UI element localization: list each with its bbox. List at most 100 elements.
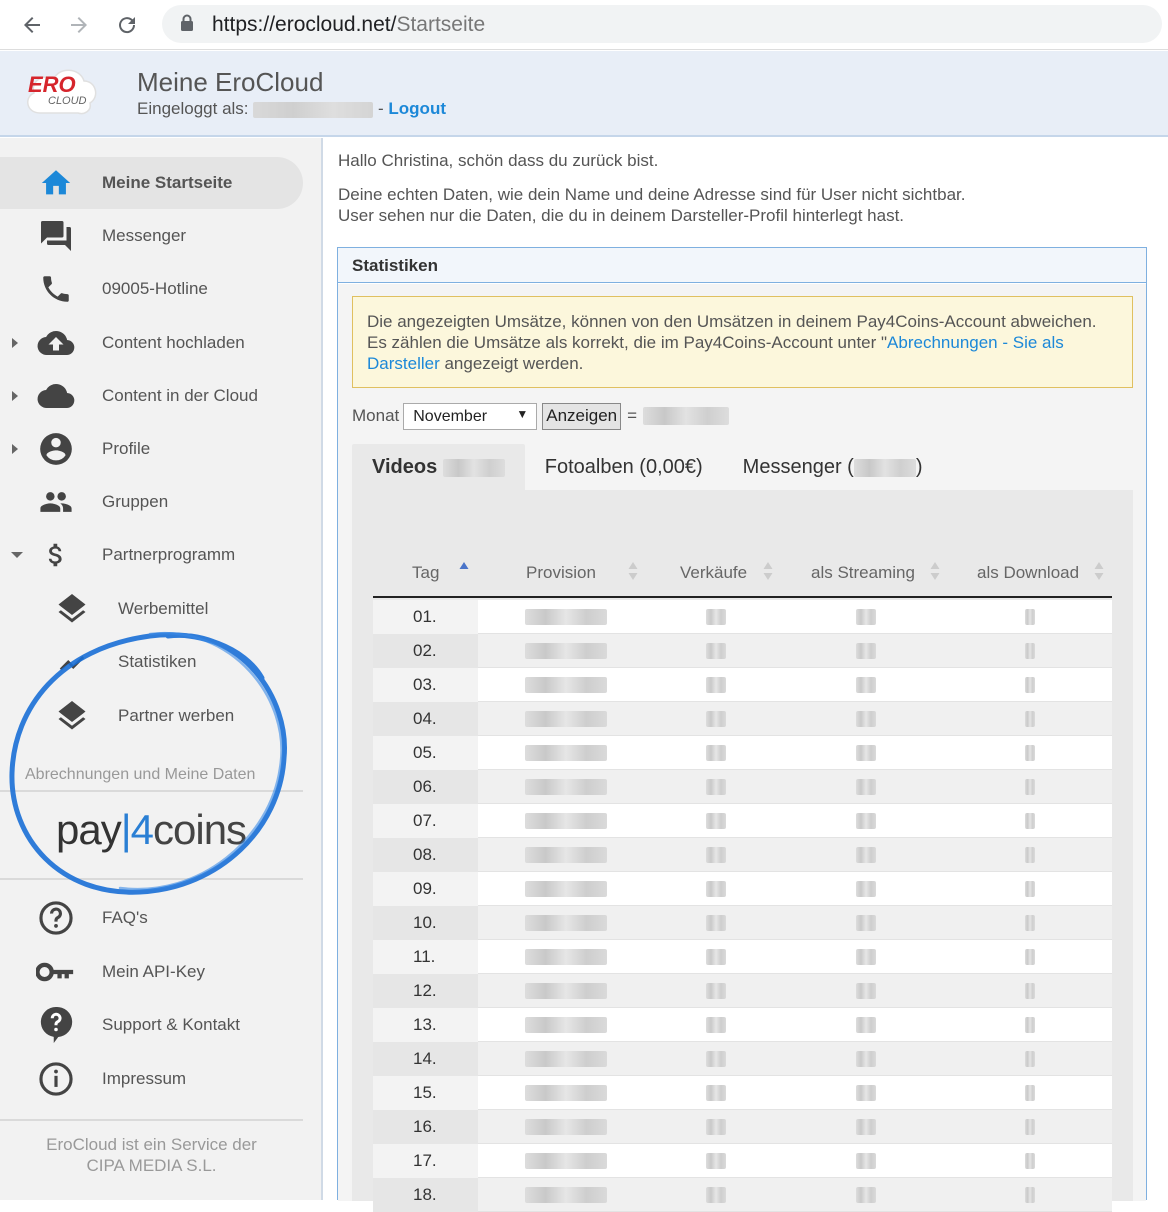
forward-icon[interactable]: [64, 10, 94, 40]
dropdown-caret-icon: ▼: [516, 406, 529, 421]
cloud-icon: [36, 376, 76, 416]
layers-icon: [52, 696, 92, 736]
panel-title: Statistiken: [338, 248, 1146, 283]
sidebar-item-support[interactable]: Support & Kontakt: [0, 999, 303, 1051]
sidebar-item-impressum[interactable]: Impressum: [0, 1053, 303, 1105]
cell-verkaeufe: [706, 643, 726, 659]
logout-link[interactable]: Logout: [388, 99, 446, 118]
footer-note: EroCloud ist ein Service der CIPA MEDIA …: [46, 1135, 257, 1175]
cell-download: [1025, 643, 1035, 659]
anzeigen-button[interactable]: Anzeigen: [542, 402, 622, 430]
sort-both-icon[interactable]: [1094, 560, 1104, 582]
expand-arrow-icon[interactable]: [10, 336, 20, 350]
sort-both-icon[interactable]: [930, 560, 940, 582]
sidebar-item-faq[interactable]: FAQ's: [0, 892, 303, 944]
table-row: 04.: [373, 702, 1112, 736]
svg-text:CLOUD: CLOUD: [48, 95, 87, 107]
cell-streaming: [856, 779, 876, 795]
cell-streaming: [856, 949, 876, 965]
cell-verkaeufe: [706, 881, 726, 897]
cell-download: [1025, 915, 1035, 931]
cell-verkaeufe: [706, 949, 726, 965]
cell-streaming: [856, 711, 876, 727]
sidebar: Meine Startseite Messenger 09005-Hotline…: [0, 138, 323, 1200]
login-status: Eingeloggt als: - Logout: [137, 99, 446, 118]
sidebar-item-partnerprogramm[interactable]: Partnerprogramm: [0, 529, 303, 581]
col-provision[interactable]: Provision: [526, 563, 596, 583]
sidebar-item-gruppen[interactable]: Gruppen: [0, 476, 303, 528]
sort-both-icon[interactable]: [763, 560, 773, 582]
day-label: 06.: [413, 777, 437, 796]
chat-icon: [36, 216, 76, 256]
sidebar-item-werbemittel[interactable]: Werbemittel: [0, 583, 303, 635]
address-bar[interactable]: https://erocloud.net/Startseite: [162, 5, 1162, 43]
cell-tag: 13.: [373, 1008, 478, 1042]
erocloud-logo[interactable]: ERO CLOUD: [22, 61, 100, 123]
cell-tag: 15.: [373, 1076, 478, 1110]
cell-verkaeufe: [706, 915, 726, 931]
col-download[interactable]: als Download: [977, 563, 1079, 583]
url-text: https://erocloud.net/Startseite: [212, 13, 486, 36]
cell-tag: 03.: [373, 668, 478, 702]
divider: [0, 878, 303, 880]
cell-verkaeufe: [706, 745, 726, 761]
sidebar-item-startseite[interactable]: Meine Startseite: [0, 157, 303, 209]
cell-download: [1025, 1187, 1035, 1203]
table-row: 15.: [373, 1076, 1112, 1110]
tab-fotoalben[interactable]: Fotoalben (0,00€): [525, 444, 723, 492]
cell-streaming: [856, 1051, 876, 1067]
cell-provision: [525, 1187, 607, 1203]
cell-tag: 16.: [373, 1110, 478, 1144]
back-icon[interactable]: [17, 10, 47, 40]
pay4coins-logo[interactable]: pay|4coins: [56, 806, 247, 854]
day-label: 10.: [413, 913, 437, 932]
day-label: 02.: [413, 641, 437, 660]
section-label[interactable]: Abrechnungen und Meine Daten: [25, 766, 255, 784]
sidebar-item-profile[interactable]: Profile: [0, 423, 303, 475]
cell-streaming: [856, 881, 876, 897]
reload-icon[interactable]: [112, 10, 142, 40]
cell-streaming: [856, 677, 876, 693]
cell-download: [1025, 847, 1035, 863]
expand-arrow-icon[interactable]: [10, 389, 20, 403]
sidebar-item-content-hochladen[interactable]: Content hochladen: [0, 317, 303, 369]
account-circle-icon: [36, 429, 76, 469]
expand-arrow-icon[interactable]: [10, 442, 20, 456]
cell-provision: [525, 609, 607, 625]
cell-provision: [525, 643, 607, 659]
cell-tag: 06.: [373, 770, 478, 804]
cell-provision: [525, 813, 607, 829]
tab-messenger[interactable]: Messenger (): [723, 444, 943, 492]
cell-provision: [525, 1119, 607, 1135]
panel-body: Die angezeigten Umsätze, können von den …: [338, 284, 1146, 1212]
col-verkaeufe[interactable]: Verkäufe: [680, 563, 747, 583]
cell-download: [1025, 745, 1035, 761]
cell-provision: [525, 983, 607, 999]
sidebar-item-api-key[interactable]: Mein API-Key: [0, 946, 303, 998]
sidebar-item-statistiken[interactable]: Statistiken: [0, 636, 303, 688]
cell-verkaeufe: [706, 1187, 726, 1203]
tab-videos[interactable]: Videos: [352, 444, 525, 492]
day-label: 05.: [413, 743, 437, 762]
month-select[interactable]: November ▼: [403, 402, 538, 430]
lock-icon: [180, 14, 194, 37]
home-icon: [36, 163, 76, 203]
cell-provision: [525, 779, 607, 795]
sidebar-item-partner-werben[interactable]: Partner werben: [0, 690, 303, 742]
sidebar-item-hotline[interactable]: 09005-Hotline: [0, 263, 303, 315]
sidebar-item-content-cloud[interactable]: Content in der Cloud: [0, 370, 303, 422]
cell-verkaeufe: [706, 847, 726, 863]
col-tag[interactable]: Tag: [412, 563, 439, 583]
cell-streaming: [856, 745, 876, 761]
table-row: 11.: [373, 940, 1112, 974]
collapse-arrow-icon[interactable]: [10, 550, 24, 560]
sidebar-item-messenger[interactable]: Messenger: [0, 210, 303, 262]
table-row: 05.: [373, 736, 1112, 770]
col-streaming[interactable]: als Streaming: [811, 563, 915, 583]
cell-download: [1025, 1119, 1035, 1135]
sort-both-icon[interactable]: [628, 560, 638, 582]
sort-asc-icon[interactable]: [459, 560, 469, 582]
cell-streaming: [856, 1187, 876, 1203]
cell-tag: 18.: [373, 1178, 478, 1212]
table-row: 10.: [373, 906, 1112, 940]
